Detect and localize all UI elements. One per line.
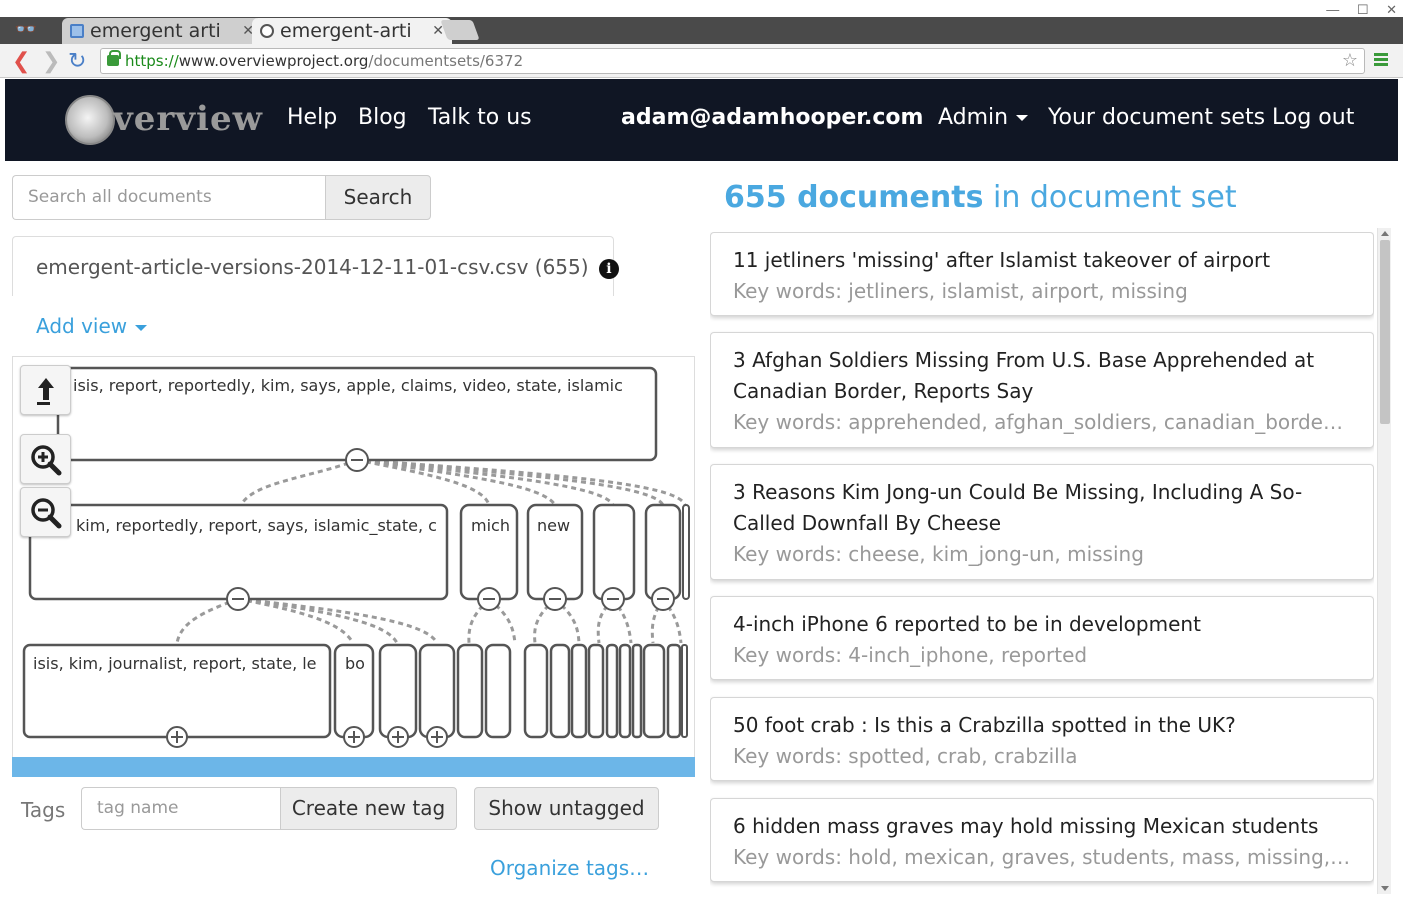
- url-scheme: https://: [125, 52, 179, 70]
- minimize-icon[interactable]: —: [1326, 2, 1339, 17]
- new-tab-button[interactable]: [440, 20, 480, 40]
- tab-label: emergent-arti: [280, 20, 412, 42]
- organize-tags-link[interactable]: Organize tags…: [490, 856, 649, 880]
- browser-tab-bar: 👓 emergent arti ✕ emergent-arti ✕ — ☐ ✕: [0, 0, 1403, 44]
- zoom-out-button[interactable]: [20, 487, 71, 537]
- tree-selection-bar[interactable]: [12, 757, 695, 777]
- search-button[interactable]: Search: [325, 175, 431, 220]
- tree-node-l2-b-label[interactable]: bo: [345, 654, 365, 673]
- scroll-thumb[interactable]: [1380, 240, 1390, 424]
- document-list: 11 jetliners 'missing' after Islamist ta…: [710, 232, 1374, 908]
- tree-canvas[interactable]: isis, report, reportedly, kim, says, app…: [13, 357, 695, 758]
- scroll-down-icon[interactable]: [1381, 886, 1389, 891]
- tree-node-root-label[interactable]: isis, report, reportedly, kim, says, app…: [73, 376, 623, 395]
- document-list-item[interactable]: 50 foot crab : Is this a Crabzilla spott…: [710, 697, 1374, 781]
- info-icon[interactable]: i: [598, 259, 619, 279]
- document-list-item[interactable]: 3 Afghan Soldiers Missing From U.S. Base…: [710, 332, 1374, 448]
- user-email: adam@adamhooper.com: [621, 105, 924, 130]
- create-tag-button[interactable]: Create new tag: [280, 787, 457, 830]
- nav-blog-link[interactable]: Blog: [358, 105, 407, 130]
- maximize-icon[interactable]: ☐: [1357, 2, 1369, 17]
- address-bar[interactable]: https://www.overviewproject.org/document…: [100, 48, 1365, 74]
- search-input[interactable]: Search all documents: [12, 175, 326, 220]
- document-favicon-icon: [70, 24, 84, 38]
- tree-node-l1-c-label[interactable]: new: [537, 516, 570, 535]
- nav-docsets-link[interactable]: Your document sets: [1048, 105, 1265, 130]
- document-keywords: Key words: apprehended, afghan_soldiers,…: [733, 410, 1351, 434]
- overview-favicon-icon: [260, 24, 274, 38]
- document-heading-suffix: in document set: [983, 180, 1237, 215]
- document-list-item[interactable]: 4-inch iPhone 6 reported to be in develo…: [710, 596, 1374, 680]
- scroll-up-icon[interactable]: [1381, 231, 1389, 236]
- document-title: 4-inch iPhone 6 reported to be in develo…: [733, 612, 1201, 636]
- tree-node-l2-main-label[interactable]: isis, kim, journalist, report, state, le: [33, 654, 317, 673]
- app-navbar: verview Help Blog Talk to us adam@adamho…: [5, 79, 1398, 161]
- admin-label: Admin: [938, 105, 1009, 130]
- nav-logout-link[interactable]: Log out: [1272, 105, 1354, 130]
- zoom-in-button[interactable]: [20, 434, 71, 484]
- browser-tab-2[interactable]: emergent-arti ✕: [252, 18, 452, 44]
- browser-toolbar: ❮ ❯ ↻ https://www.overviewproject.org/do…: [0, 44, 1403, 78]
- incognito-icon: 👓: [14, 19, 38, 39]
- browser-menu-icon[interactable]: [1374, 53, 1388, 67]
- nav-admin-dropdown[interactable]: Admin: [938, 105, 1029, 130]
- add-view-label: Add view: [36, 314, 128, 338]
- document-list-scrollbar[interactable]: [1377, 228, 1391, 894]
- back-arrow-icon[interactable]: ❮: [12, 48, 30, 74]
- document-title: 6 hidden mass graves may hold missing Me…: [733, 814, 1319, 838]
- caret-down-icon: [1016, 115, 1029, 121]
- lock-icon: [107, 50, 121, 66]
- document-list-item[interactable]: 3 Reasons Kim Jong-un Could Be Missing, …: [710, 464, 1374, 580]
- caret-down-icon: [135, 324, 148, 331]
- docset-title: emergent-article-versions-2014-12-11-01-…: [36, 255, 619, 279]
- nav-help-link[interactable]: Help: [287, 105, 337, 130]
- close-window-icon[interactable]: ✕: [1386, 2, 1397, 17]
- zoom-out-icon: [31, 498, 62, 529]
- document-keywords: Key words: jetliners, islamist, airport,…: [733, 279, 1188, 303]
- reload-icon[interactable]: ↻: [68, 48, 86, 74]
- topic-tree[interactable]: isis, report, reportedly, kim, says, app…: [12, 356, 695, 758]
- document-title: 50 foot crab : Is this a Crabzilla spott…: [733, 713, 1236, 737]
- tree-node-l1-main-label[interactable]: kim, reportedly, report, says, islamic_s…: [76, 516, 437, 536]
- tags-label: Tags: [21, 798, 66, 822]
- document-title: 3 Reasons Kim Jong-un Could Be Missing, …: [733, 480, 1303, 535]
- tab-label: emergent arti: [90, 20, 221, 42]
- add-view-dropdown[interactable]: Add view: [36, 314, 148, 338]
- url-host: www.overviewproject.org: [178, 52, 369, 70]
- bookmark-star-icon[interactable]: ☆: [1342, 49, 1358, 73]
- url-path: /documentsets/6372: [368, 52, 524, 70]
- document-keywords: Key words: 4-inch_iphone, reported: [733, 643, 1088, 667]
- document-list-item[interactable]: 11 jetliners 'missing' after Islamist ta…: [710, 232, 1374, 316]
- tag-name-input[interactable]: tag name: [81, 787, 281, 830]
- document-list-item[interactable]: 6 hidden mass graves may hold missing Me…: [710, 798, 1374, 882]
- forward-arrow-icon[interactable]: ❯: [42, 48, 60, 74]
- docset-view-tab[interactable]: emergent-article-versions-2014-12-11-01-…: [12, 236, 619, 296]
- overview-logo-icon[interactable]: [65, 95, 115, 145]
- docset-title-text: emergent-article-versions-2014-12-11-01-…: [36, 255, 589, 279]
- window-controls: — ☐ ✕: [1312, 2, 1397, 18]
- show-untagged-button[interactable]: Show untagged: [474, 787, 659, 830]
- document-title: 11 jetliners 'missing' after Islamist ta…: [733, 248, 1271, 272]
- up-arrow-icon: [37, 378, 54, 405]
- nav-talk-link[interactable]: Talk to us: [428, 105, 532, 130]
- document-keywords: Key words: spotted, crab, crabzilla: [733, 744, 1078, 768]
- logo-text[interactable]: verview: [113, 99, 263, 139]
- document-count-heading: 655 documents in document set: [724, 180, 1237, 215]
- document-keywords: Key words: cheese, kim_jong-un, missing: [733, 542, 1144, 566]
- document-keywords: Key words: hold, mexican, graves, studen…: [733, 845, 1351, 869]
- document-count: 655 documents: [724, 180, 984, 215]
- zoom-to-parent-button[interactable]: [20, 365, 71, 415]
- tree-node-l1-b-label[interactable]: mich: [471, 516, 510, 535]
- zoom-in-icon: [31, 445, 62, 476]
- document-title: 3 Afghan Soldiers Missing From U.S. Base…: [733, 348, 1315, 403]
- browser-tab-1[interactable]: emergent arti ✕: [62, 18, 262, 44]
